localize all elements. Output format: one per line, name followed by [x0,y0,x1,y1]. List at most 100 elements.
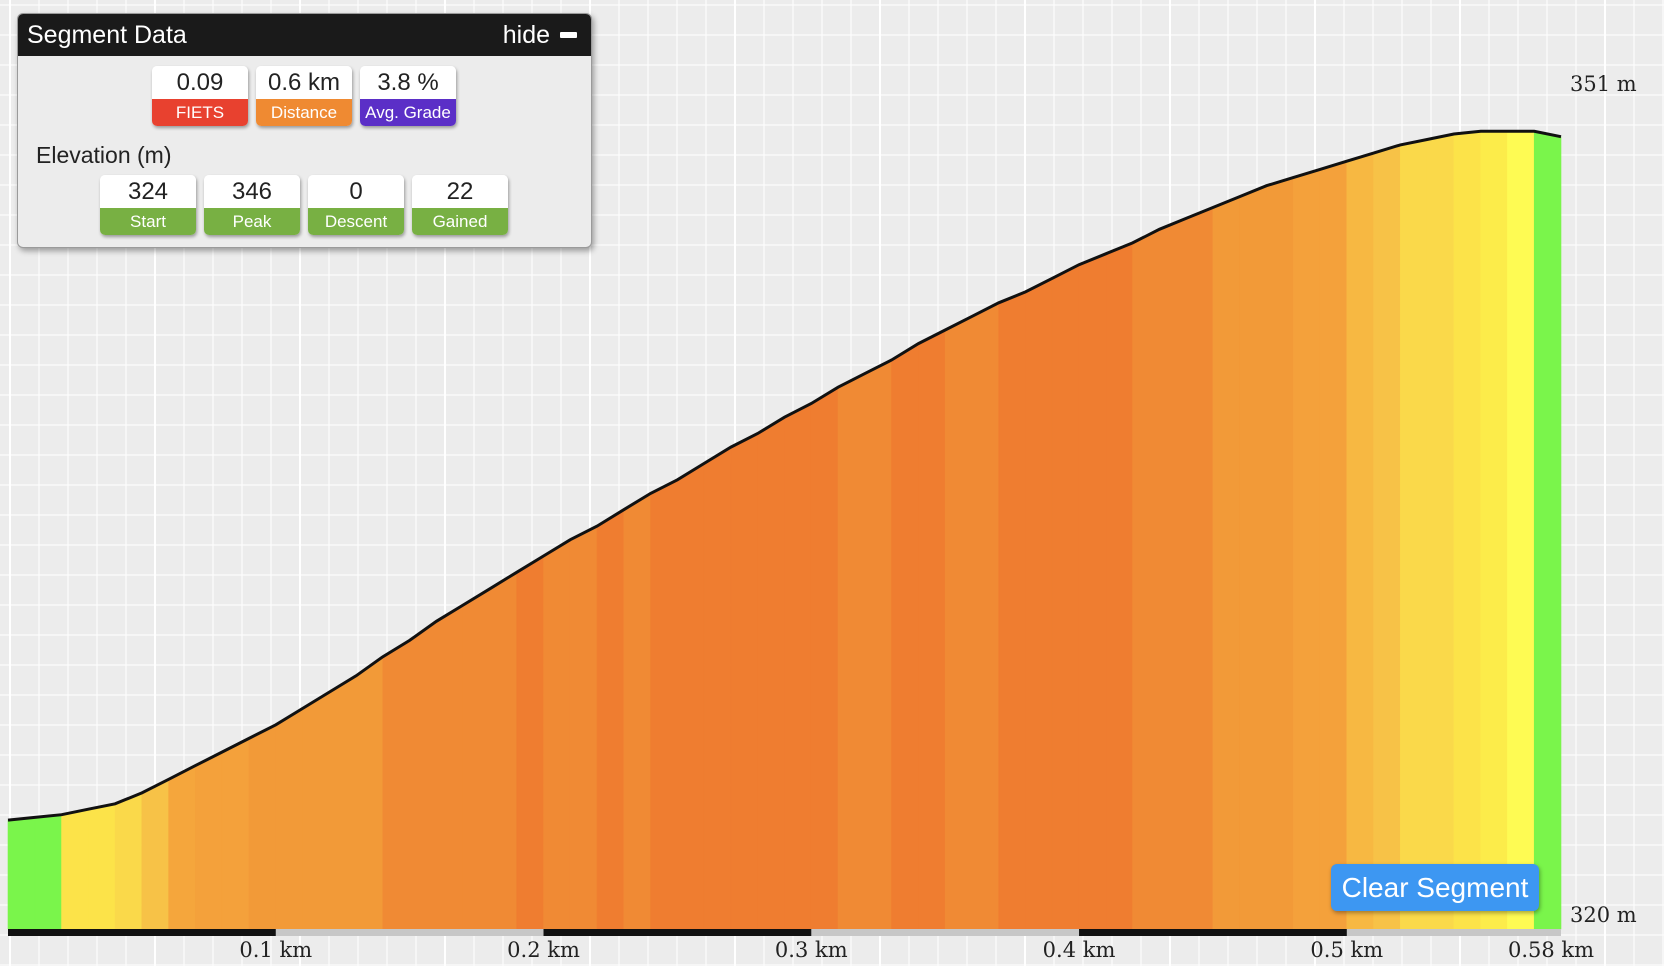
grade-strip [436,604,464,930]
grade-strip [248,724,277,930]
x-tick-label: 0.4 km [1042,938,1116,962]
stat-value: 324 [100,175,196,208]
stat-distance: 0.6 km Distance [256,66,352,126]
grade-strip [114,792,143,930]
grade-strips [7,130,1562,930]
grade-strip [623,492,651,930]
panel-header: Segment Data hide [18,14,591,56]
grade-strip [1292,168,1321,930]
grade-strip [1507,130,1535,930]
stat-label: FIETS [152,99,248,126]
grade-strip [302,691,330,930]
grade-strip [703,446,732,930]
grade-strip [382,639,410,930]
grade-strip [1400,139,1428,930]
grade-strip [864,359,892,930]
grade-strip [1159,217,1187,930]
grade-strip [88,803,116,930]
grade-strip [1266,177,1294,930]
x-tick-label: 0.5 km [1310,938,1384,962]
grade-strip [1051,264,1080,930]
stat-avg-grade: 3.8 % Avg. Grade [360,66,456,126]
stat-start: 324 Start [100,175,196,235]
grade-strip [810,386,839,930]
y-axis-bottom-label: 320 m [1570,903,1637,927]
grade-strip [730,433,759,930]
grade-strip [1105,242,1133,930]
stat-label: Gained [412,208,508,235]
grade-strip [168,765,196,930]
grade-strip [462,588,491,930]
grade-strip [1373,144,1401,930]
grade-strip [1132,228,1160,930]
grade-strip [1025,277,1053,930]
grade-strip [596,509,625,930]
grade-strip [1346,152,1374,930]
grade-strip [489,571,518,930]
grade-strip [944,315,973,930]
grade-strip [355,656,384,930]
x-tick-label: 0.58 km [1507,938,1595,962]
grade-strip [569,525,598,930]
x-axis-segment [8,929,276,936]
x-tick-label: 0.1 km [239,938,313,962]
stat-value: 0.09 [152,66,248,99]
elevation-title: Elevation (m) [36,142,172,168]
grade-strip [1319,160,1348,930]
x-axis-bar [8,929,1561,936]
hide-button[interactable]: hide [503,21,577,50]
hide-label: hide [502,20,550,49]
grade-strip [891,343,919,930]
grade-strip [1212,196,1240,930]
grade-strip [543,539,571,930]
stat-label: Start [100,208,196,235]
grade-strip [409,620,437,930]
grade-strip [757,416,785,930]
panel-title: Segment Data [27,20,187,49]
stat-label: Avg. Grade [360,99,456,126]
stat-descent: 0 Descent [308,175,404,235]
stat-label: Distance [256,99,352,126]
grade-strip [1533,130,1562,930]
stat-value: 22 [412,175,508,208]
grade-strip [1426,133,1455,930]
grade-strip [61,808,89,930]
grade-strip [1185,207,1214,930]
grade-strip [141,778,169,930]
grade-strip [34,814,62,930]
x-tick-label: 0.2 km [507,938,580,962]
x-axis-segment [1079,929,1347,936]
stat-value: 0.6 km [256,66,352,99]
stat-value: 346 [204,175,300,208]
grade-strip [918,329,946,930]
stat-fiets: 0.09 FIETS [152,66,248,126]
segment-data-panel: Segment Data hide 0.09 FIETS 0.6 km Dist… [17,13,592,248]
grade-strip [221,737,250,930]
stat-value: 3.8 % [360,66,456,99]
minus-icon [560,32,577,38]
grade-strip [1480,130,1508,930]
summary-stats: 0.09 FIETS 0.6 km Distance 3.8 % Avg. Gr… [152,66,456,126]
grade-strip [837,373,866,930]
x-tick-label: 0.3 km [774,938,848,962]
grade-strip [1453,130,1481,930]
grade-strip [998,291,1026,930]
stat-label: Descent [308,208,404,235]
grade-strip [971,302,1000,930]
x-axis-segment [543,929,812,936]
grade-strip [7,817,36,930]
y-axis-top-label: 351 m [1570,72,1637,96]
stat-label: Peak [204,208,300,235]
stat-gained: 22 Gained [412,175,508,235]
grade-strip [784,403,812,930]
grade-strip [650,479,678,930]
elevation-stats: 324 Start 346 Peak 0 Descent 22 Gained [100,175,508,235]
grade-strip [677,462,705,930]
grade-strip [275,707,303,930]
grade-strip [1239,185,1267,930]
clear-segment-button[interactable]: Clear Segment [1331,864,1539,911]
stat-peak: 346 Peak [204,175,300,235]
stat-value: 0 [308,175,404,208]
grade-strip [329,675,357,930]
grade-strip [1078,253,1107,930]
